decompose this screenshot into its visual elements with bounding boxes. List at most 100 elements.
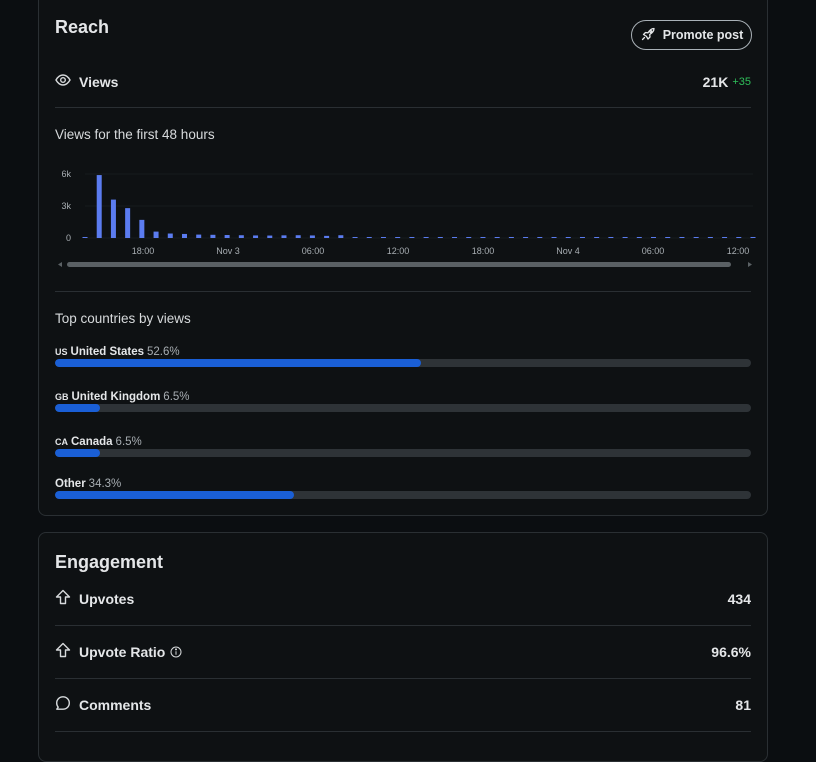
chart-bar (210, 234, 216, 238)
divider (55, 291, 751, 292)
progress-track (55, 491, 751, 499)
chart-bar (423, 237, 429, 238)
chart-bar (110, 199, 116, 238)
upvotes-row: Upvotes 434 (55, 587, 751, 611)
chart-bar (281, 235, 287, 238)
views-label: Views (79, 74, 119, 90)
countries-title: Top countries by views (55, 311, 191, 326)
country-row: US United States 52.6% (55, 342, 751, 372)
chart-bar (366, 237, 372, 238)
views-row: Views 21K +35 (55, 71, 751, 93)
chart-bar (537, 237, 543, 238)
divider (55, 731, 751, 732)
chart-bar (167, 233, 173, 238)
comments-label: Comments (79, 697, 152, 713)
country-code: US (55, 347, 68, 357)
progress-fill (55, 449, 101, 457)
chart-bar (352, 237, 358, 238)
chart-bar (651, 237, 657, 238)
country-code: CA (55, 437, 68, 447)
chart-bar (480, 237, 486, 238)
x-tick-label: Nov 3 (216, 246, 240, 256)
progress-track (55, 404, 751, 412)
chart-bar (196, 234, 202, 238)
comments-row: Comments 81 (55, 693, 751, 717)
chart-title: Views for the first 48 hours (55, 127, 215, 142)
country-name: Canada (71, 436, 113, 448)
chart-bar (125, 208, 131, 238)
chart-bar (309, 235, 315, 238)
progress-track (55, 449, 751, 457)
eye-icon (55, 72, 71, 93)
chart-scrollbar (67, 262, 731, 267)
chart-bar (409, 237, 415, 238)
upvote-ratio-row: Upvote Ratio 96.6% (55, 640, 751, 664)
country-name: United Kingdom (71, 391, 161, 403)
upvote-ratio-value: 96.6% (711, 644, 751, 660)
chart-bar (82, 237, 88, 238)
chart-bar (437, 237, 443, 238)
chart-bar (508, 237, 514, 238)
reach-title: Reach (55, 17, 110, 37)
chart-bar (665, 237, 671, 238)
chart-bar (523, 237, 529, 238)
upvotes-value: 434 (727, 591, 751, 607)
country-code: GB (55, 392, 69, 402)
chart-bar (338, 235, 344, 238)
chart-bar (153, 231, 159, 238)
chart-bar (295, 235, 301, 238)
chart-bar (622, 237, 628, 238)
upvote-ratio-label: Upvote Ratio (79, 644, 166, 660)
promote-post-button[interactable]: Promote post (631, 20, 752, 50)
chart-bar (224, 235, 230, 238)
promote-post-label: Promote post (662, 28, 744, 42)
chart-bar (324, 235, 330, 238)
progress-fill (55, 359, 422, 367)
views-chart: 6k 3k 0 18:00 Nov 3 06:00 12:00 18:00 Nov 4 06:00… (58, 169, 756, 267)
chart-bar (238, 235, 244, 238)
x-tick-label: 12:00 (727, 246, 750, 256)
info-icon[interactable] (170, 646, 182, 658)
country-row: Other 34.3% (55, 474, 751, 504)
rocket-icon (640, 26, 656, 45)
x-tick-label: 12:00 (387, 246, 410, 256)
chart-bar (380, 237, 386, 238)
divider (55, 625, 751, 626)
progress-fill (55, 491, 294, 499)
chart-bar (466, 237, 472, 238)
progress-fill (55, 404, 101, 412)
chart-bar (693, 237, 699, 238)
x-tick-label: 06:00 (302, 246, 325, 256)
y-tick-label: 3k (61, 201, 71, 211)
chart-bar (551, 237, 557, 238)
x-tick-label: 18:00 (132, 246, 155, 256)
y-tick-label: 6k (61, 169, 71, 179)
comments-value: 81 (735, 697, 751, 713)
views-delta: +35 (732, 76, 751, 88)
chart-bar (594, 237, 600, 238)
reach-card: Reach Promote post Views 21K +35 Views f… (38, 0, 768, 516)
y-tick-label: 0 (66, 233, 71, 243)
x-tick-label: 06:00 (642, 246, 665, 256)
upvote-icon (55, 642, 71, 663)
chart-bar (96, 175, 102, 238)
chart-bar (452, 237, 458, 238)
country-row: CA Canada 6.5% (55, 432, 751, 462)
country-row: GB United Kingdom 6.5% (55, 387, 751, 417)
comment-icon (55, 695, 71, 716)
scroll-left-arrow (58, 262, 62, 267)
divider (55, 107, 751, 108)
chart-bar (395, 237, 401, 238)
engagement-card: Engagement Upvotes 434 Upvote Ratio 96.6… (38, 532, 768, 762)
chart-bar (139, 219, 145, 238)
x-tick-label: Nov 4 (556, 246, 580, 256)
chart-bar (679, 237, 685, 238)
upvote-icon (55, 589, 71, 610)
chart-bar (736, 237, 742, 238)
country-name: Other (55, 478, 86, 490)
chart-bar (565, 237, 571, 238)
x-tick-label: 18:00 (472, 246, 495, 256)
country-pct: 6.5% (163, 391, 190, 403)
country-pct: 52.6% (147, 346, 180, 358)
chart-bar (707, 237, 713, 238)
